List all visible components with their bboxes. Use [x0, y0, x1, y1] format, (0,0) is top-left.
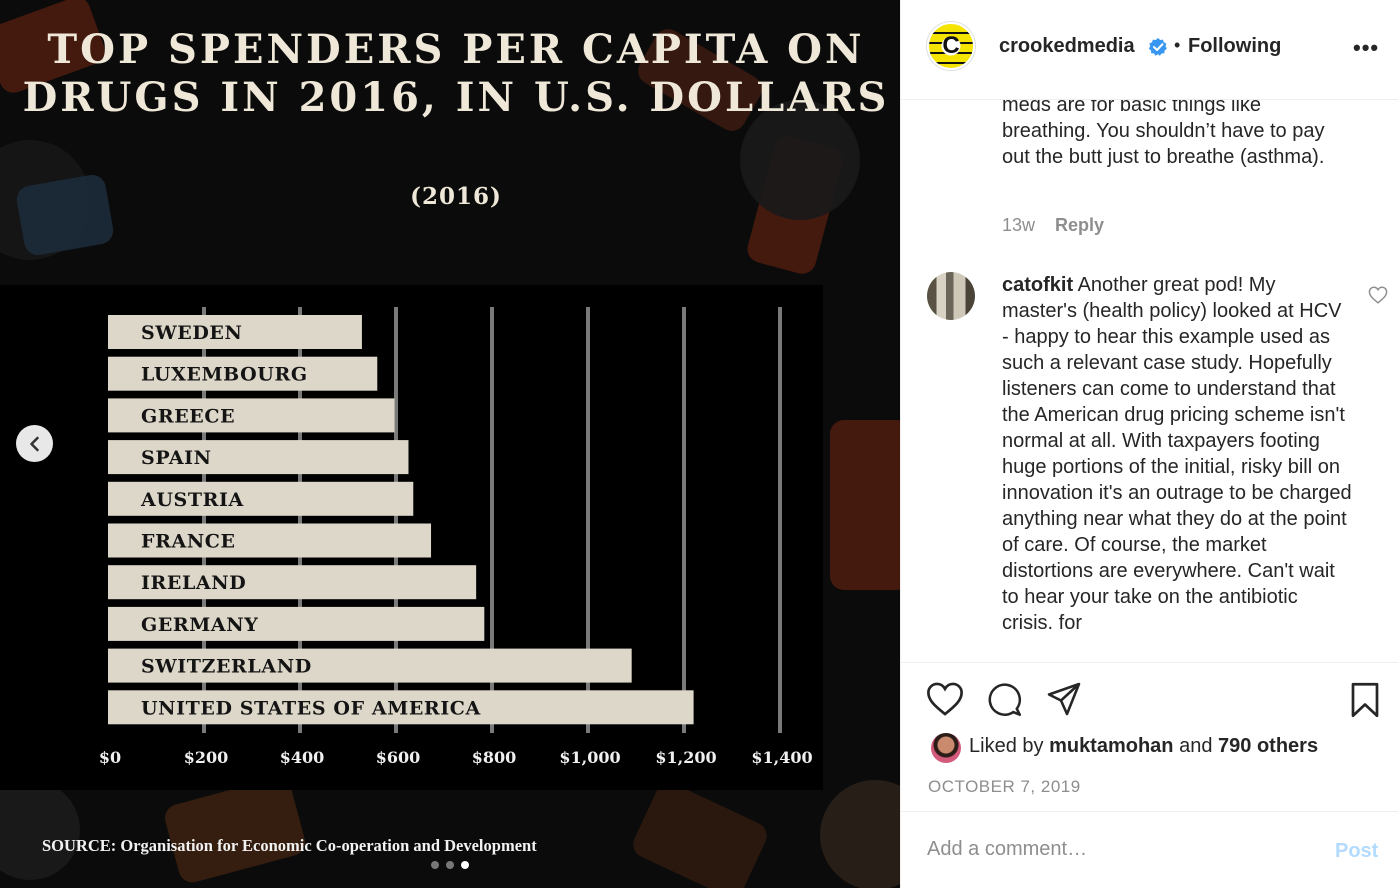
liker-avatar[interactable]	[931, 733, 961, 763]
comment-input[interactable]	[927, 838, 1307, 861]
background-pill-disc	[820, 780, 900, 888]
likes-count-link[interactable]: 790 others	[1218, 735, 1318, 757]
x-tick-label: $1,400	[751, 748, 812, 767]
comment-text: Another great pod! My master's (health p…	[1002, 274, 1352, 634]
comment-text: meds are for basic things like breathing…	[1002, 100, 1325, 168]
avatar[interactable]: C	[927, 22, 975, 70]
comment-bubble-icon[interactable]	[986, 681, 1022, 717]
bar-label: UNITED STATES OF AMERICA	[141, 697, 481, 719]
comment-box: Post	[901, 811, 1398, 888]
commenter-username[interactable]: catofkit	[1002, 274, 1073, 296]
x-tick-label: $200	[184, 748, 229, 767]
commenter-avatar[interactable]	[927, 272, 975, 320]
bar-label: SWEDEN	[141, 322, 242, 344]
bar-label: SWITZERLAND	[141, 656, 312, 678]
share-paper-plane-icon[interactable]	[1046, 681, 1082, 717]
likes-middle: and	[1179, 735, 1213, 757]
verified-badge-icon	[1148, 38, 1167, 56]
previous-slide-button[interactable]	[16, 425, 53, 462]
x-tick-label: $400	[280, 748, 325, 767]
more-options-button[interactable]: •••	[1353, 35, 1379, 61]
post-actions: Liked by muktamohan and 790 others OCTOB…	[901, 662, 1398, 812]
chevron-left-icon	[29, 436, 39, 451]
comments-list[interactable]: meds are for basic things like breathing…	[901, 100, 1398, 662]
comment-meta: 13w Reply	[1002, 215, 1104, 236]
background-pill-disc	[0, 780, 80, 880]
bar-label: IRELAND	[141, 572, 246, 594]
bar-label: FRANCE	[141, 531, 236, 553]
liker-username[interactable]: muktamohan	[1049, 735, 1173, 757]
separator-bullet: •	[1174, 35, 1181, 55]
post-sidebar: C crookedmedia • Following ••• meds are …	[900, 0, 1398, 888]
post-media: TOP SPENDERS PER CAPITA ON DRUGS IN 2016…	[0, 0, 900, 888]
post-date[interactable]: OCTOBER 7, 2019	[928, 777, 1081, 797]
comment-age: 13w	[1002, 215, 1036, 235]
bar-label: AUSTRIA	[140, 489, 244, 511]
bar-label: GREECE	[141, 405, 235, 427]
chart-title: TOP SPENDERS PER CAPITA ON DRUGS IN 2016…	[22, 26, 890, 121]
x-tick-label: $800	[472, 748, 517, 767]
x-tick-label: $600	[376, 748, 421, 767]
x-tick-label: $1,200	[655, 748, 716, 767]
chart-subtitle: (2016)	[410, 183, 502, 210]
like-comment-icon[interactable]	[1368, 286, 1388, 304]
carousel-dot	[431, 861, 439, 869]
post-comment-button[interactable]: Post	[1335, 840, 1378, 863]
comment-item: catofkit Another great pod! My master's …	[1002, 272, 1352, 636]
background-pill-bottle	[161, 774, 309, 886]
reply-button[interactable]: Reply	[1055, 215, 1104, 235]
carousel-dots	[431, 861, 469, 869]
post-header: C crookedmedia • Following •••	[901, 0, 1398, 100]
likes-summary: Liked by muktamohan and 790 others	[969, 735, 1318, 758]
carousel-dot-active	[461, 861, 469, 869]
background-pill-bottle	[830, 420, 900, 590]
bar-chart: SWEDEN LUXEMBOURG GREECE SPAIN AUSTRIA FRANCE…	[99, 307, 813, 767]
carousel-dot	[446, 861, 454, 869]
bar-label: GERMANY	[141, 614, 258, 636]
save-bookmark-icon[interactable]	[1350, 681, 1380, 719]
likes-prefix: Liked by	[969, 735, 1044, 757]
x-tick-label: $1,000	[559, 748, 620, 767]
like-heart-icon[interactable]	[926, 681, 964, 717]
x-tick-label: $0	[99, 748, 121, 767]
chart-source: SOURCE: Organisation for Economic Co-ope…	[42, 836, 537, 855]
bar-label: LUXEMBOURG	[141, 364, 308, 386]
avatar-letter: C	[929, 24, 973, 68]
bar-label: SPAIN	[141, 447, 212, 469]
username-link[interactable]: crookedmedia	[999, 35, 1135, 58]
chart-panel: SWEDEN LUXEMBOURG GREECE SPAIN AUSTRIA FRANCE…	[0, 285, 823, 790]
background-pill-bottle	[628, 778, 772, 888]
following-button[interactable]: Following	[1188, 35, 1281, 58]
